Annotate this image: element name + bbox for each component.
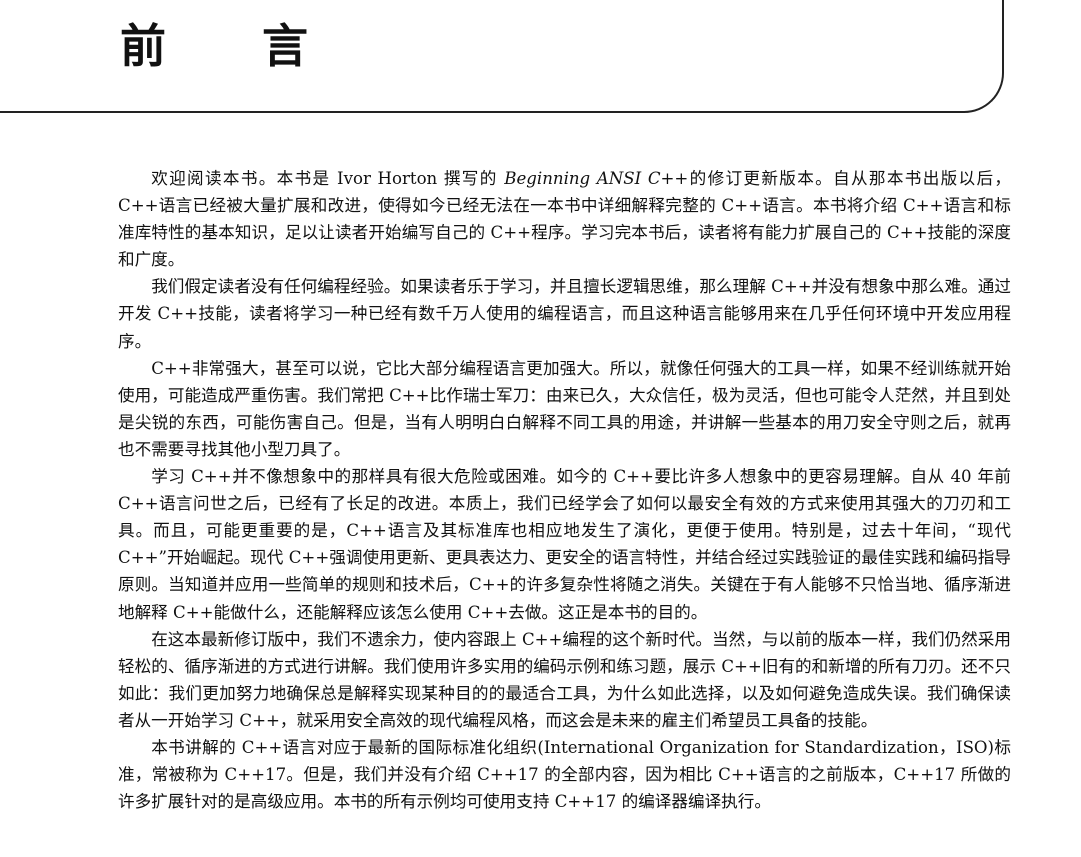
paragraph-2: 我们假定读者没有任何编程经验。如果读者乐于学习，并且擅长逻辑思维，那么理解 C+… <box>118 277 1011 351</box>
paragraph-1: 欢迎阅读本书。本书是 Ivor Horton 撰写的 Beginning ANS… <box>118 165 1011 273</box>
chapter-title-char-2: 言 <box>262 19 308 73</box>
book-title-italic: Beginning ANSI C++ <box>504 169 689 188</box>
chapter-title: 前 言 <box>120 14 308 78</box>
paragraph-3: C++非常强大，甚至可以说，它比大部分编程语言更加强大。所以，就像任何强大的工具… <box>118 358 1011 459</box>
header-divider <box>0 111 965 113</box>
paragraph-4: 学习 C++并不像想象中的那样具有很大危险或困难。如今的 C++要比许多人想象中… <box>118 467 1011 622</box>
paragraph-6: 本书讲解的 C++语言对应于最新的国际标准化组织(International O… <box>118 737 1011 812</box>
paragraph-5: 在这本最新修订版中，我们不遗余力，使内容跟上 C++编程的这个新时代。当然，与以… <box>118 629 1011 730</box>
chapter-title-char-1: 前 <box>120 19 166 73</box>
preface-body: 欢迎阅读本书。本书是 Ivor Horton 撰写的 Beginning ANS… <box>118 165 1011 815</box>
paragraph-1-text-a: 欢迎阅读本书。本书是 Ivor Horton 撰写的 <box>151 169 505 188</box>
